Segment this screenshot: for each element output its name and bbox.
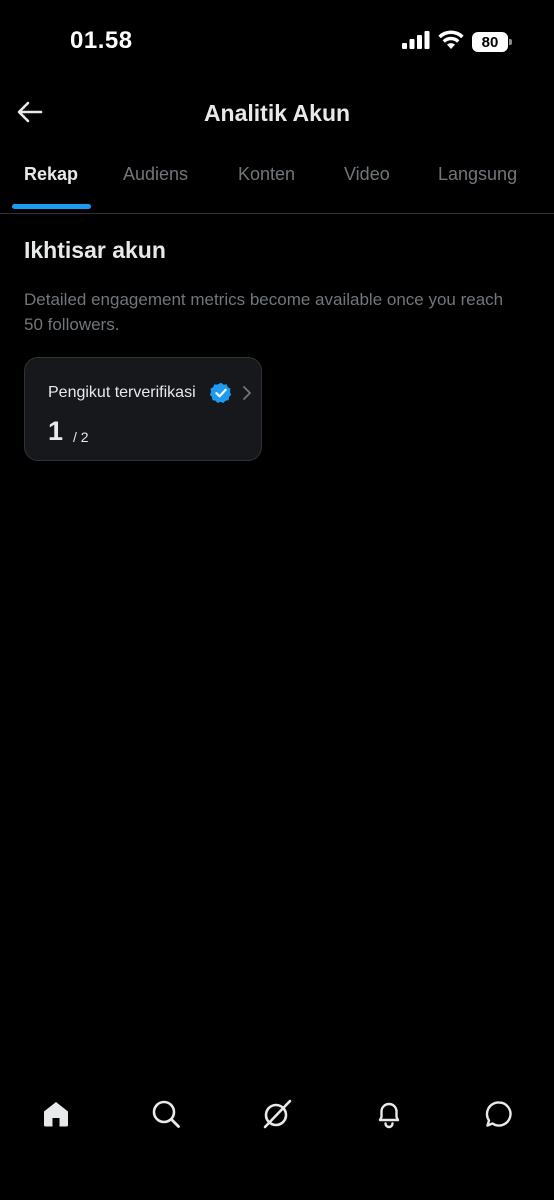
battery-indicator: 80 [472, 32, 512, 52]
verified-badge-icon [209, 382, 232, 404]
grok-icon [261, 1098, 293, 1135]
header: Analitik Akun [0, 88, 554, 140]
chevron-right-icon [241, 385, 253, 401]
card-total: / 2 [73, 429, 89, 445]
search-icon [151, 1099, 181, 1134]
bottom-navigation [0, 1060, 554, 1200]
home-icon [41, 1099, 71, 1134]
section-description: Detailed engagement metrics become avail… [24, 290, 504, 334]
nav-notifications[interactable] [369, 1096, 409, 1136]
verified-followers-card[interactable]: Pengikut terverifikasi 1 / 2 [24, 357, 262, 461]
analytics-screen: 01.58 80 Analitik Akun Rekap Audiens Kon… [0, 0, 554, 1200]
nav-home[interactable] [36, 1096, 76, 1136]
tab-konten[interactable]: Konten [238, 164, 295, 185]
nav-messages[interactable] [479, 1096, 519, 1136]
card-value: 1 [48, 416, 64, 446]
cellular-signal-icon [402, 30, 430, 54]
tab-video[interactable]: Video [344, 164, 390, 185]
nav-grok[interactable] [257, 1096, 297, 1136]
nav-search[interactable] [146, 1096, 186, 1136]
active-tab-indicator [12, 204, 91, 209]
status-icons: 80 [402, 30, 512, 54]
wifi-icon [438, 30, 464, 54]
tab-bar: Rekap Audiens Konten Video Langsung [0, 150, 554, 214]
tab-audiens[interactable]: Audiens [123, 164, 188, 185]
status-bar: 01.58 80 [0, 0, 554, 80]
chat-icon [484, 1099, 514, 1134]
battery-level: 80 [481, 33, 499, 51]
section-title: Ikhtisar akun [24, 237, 166, 263]
card-label: Pengikut terverifikasi [48, 384, 196, 401]
bell-icon [374, 1099, 404, 1134]
status-time: 01.58 [70, 27, 133, 54]
tab-rekap[interactable]: Rekap [24, 164, 78, 185]
page-title: Analitik Akun [203, 100, 351, 126]
tab-langsung[interactable]: Langsung [438, 164, 517, 185]
